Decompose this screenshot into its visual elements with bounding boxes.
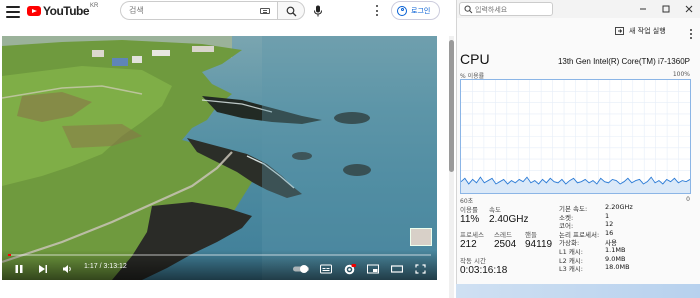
task-manager-search-input[interactable]: 입력하세요 [459,2,553,16]
youtube-logo[interactable]: YouTube KR [27,3,99,18]
kebab-icon[interactable] [376,5,379,16]
keyboard-icon[interactable] [260,8,270,14]
cpu-title: CPU [460,51,490,67]
miniplayer-icon[interactable] [367,264,379,274]
cpu-model: 13th Gen Intel(R) Core(TM) i7-1360P [557,57,690,66]
stat-utilization: 이용률 11% [460,204,479,225]
fullscreen-icon[interactable] [415,264,426,274]
video-player[interactable]: 1:17 / 3:13:12 [2,36,437,280]
close-icon[interactable] [683,3,695,15]
search-placeholder: 검색 [129,6,144,15]
autoplay-toggle-icon[interactable] [292,264,310,274]
task-manager-search-placeholder: 입력하세요 [475,6,508,14]
time-display: 1:17 / 3:13:12 [84,263,127,270]
kebab-icon[interactable] [690,29,692,39]
handles-value: 94119 [525,239,553,250]
volume-icon[interactable] [62,264,73,274]
magnifier-icon [286,6,297,17]
settings-gear-icon[interactable] [344,264,356,275]
login-label: 로그인 [411,6,431,15]
threads-value: 2504 [494,239,517,250]
spec-value: 1.1MB [605,246,626,254]
cpu-usage-chart [461,80,690,193]
stat-processes: 프로세스 212 [460,229,484,250]
youtube-logo-text: YouTube [43,4,90,18]
new-task-button[interactable]: 새 작업 실행 [615,26,666,36]
task-manager-window: 입력하세요 새 작업 실행 CPU 13th Gen Intel(R) Core… [456,0,700,298]
utilization-value: 11% [460,214,480,225]
new-task-label: 새 작업 실행 [629,27,666,35]
person-circle-icon [397,5,407,16]
task-manager-toolbar: 새 작업 실행 [457,22,700,42]
threads-label: 스레드 [494,231,512,239]
theater-mode-icon[interactable] [391,264,403,274]
maximize-icon[interactable] [660,3,672,15]
spec-value: 2.20GHz [605,203,633,211]
youtube-region-code: KR [90,3,99,9]
uptime-value: 0:03:16:18 [460,265,508,276]
video-controls: 1:17 / 3:13:12 [2,250,437,280]
desktop-wallpaper-glimpse [456,284,700,298]
stat-uptime: 작동 시간 0:03:16:18 [460,255,507,276]
stat-speed: 속도 2.40GHz [489,204,528,225]
processes-value: 212 [460,239,477,250]
page-bottom-area [0,283,448,298]
utilization-label: 이용률 [460,206,478,214]
search-input[interactable]: 검색 [120,1,278,20]
spec-value: 9.0MB [605,254,626,263]
progress-bar[interactable] [8,254,431,256]
youtube-window: YouTube KR 검색 로그인 1:17 / 3:13:12 [0,0,455,298]
pause-icon[interactable] [14,264,24,274]
speed-value: 2.40GHz [489,214,529,225]
spec-value: 1 [605,211,610,220]
youtube-play-icon [27,6,41,16]
microphone-icon[interactable] [313,5,323,17]
scrollbar-thumb[interactable] [449,40,454,172]
spec-value: 16 [605,228,614,237]
graph-min-label: 0 [686,196,690,203]
uptime-label: 작동 시간 [460,257,486,265]
handles-label: 핸들 [525,231,537,239]
video-frame-coastline [2,36,437,280]
spec-key: L3 캐시: [559,265,583,274]
channel-watermark[interactable] [410,228,432,246]
youtube-header: YouTube KR 검색 로그인 [0,0,455,34]
usage-axis-max: 100% [672,71,690,78]
subtitles-icon[interactable] [320,264,332,274]
magnifier-icon [464,5,473,14]
stat-threads: 스레드 2504 [494,229,516,250]
minimize-icon[interactable] [637,3,649,15]
task-manager-titlebar: 입력하세요 [457,0,700,18]
progress-fill [8,254,11,256]
search-button[interactable] [277,1,305,20]
processes-label: 프로세스 [460,231,484,239]
run-task-icon [615,27,624,35]
page-scrollbar[interactable] [449,36,454,298]
stat-handles: 핸들 94119 [525,229,552,250]
next-icon[interactable] [38,264,48,274]
hamburger-menu-icon[interactable] [6,6,20,18]
login-button[interactable]: 로그인 [391,1,440,20]
spec-value: 18.0MB [605,263,630,272]
spec-value: 12 [605,220,614,229]
cpu-usage-graph [460,79,691,194]
speed-label: 속도 [489,206,501,214]
